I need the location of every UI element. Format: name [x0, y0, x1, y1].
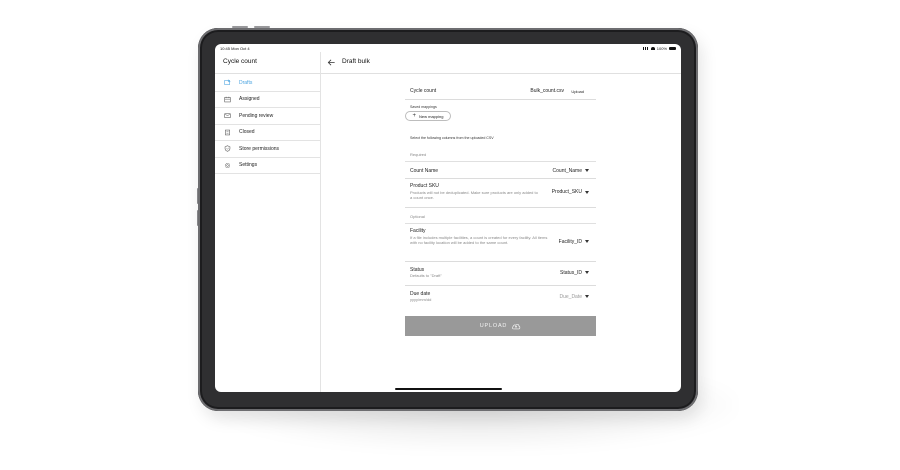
- sidebar: Cycle count Drafts Assigned Pending revi…: [215, 52, 321, 392]
- shield-icon: [215, 145, 239, 152]
- file-row: Cycle count Bulk_count.csv Upload: [405, 84, 596, 100]
- select-value: Due_Date: [559, 293, 582, 300]
- field-description: yyyy/mm/dd: [410, 296, 432, 302]
- main-panel: Draft bulk Cycle count Bulk_count.csv Up…: [321, 52, 681, 392]
- chevron-down-icon: [585, 190, 589, 194]
- home-indicator: [395, 388, 502, 390]
- assigned-icon: [215, 96, 239, 103]
- mail-icon: [215, 112, 239, 119]
- field-row-status: Status Defaults to "Draft" Status_ID: [405, 262, 596, 286]
- file-name: Bulk_count.csv: [530, 88, 564, 94]
- battery-icon: [669, 47, 676, 50]
- optional-section-header: Optional: [405, 210, 596, 224]
- chevron-down-icon: [585, 240, 589, 243]
- select-value: Product_SKU: [551, 189, 582, 195]
- battery-percent: 100%: [656, 46, 667, 51]
- field-label: Facility: [410, 228, 426, 234]
- due-date-select[interactable]: Due_Date: [559, 294, 589, 300]
- field-row-product-sku: Product SKU Products will not be dedupli…: [405, 179, 596, 208]
- sidebar-item-settings[interactable]: Settings: [215, 158, 320, 174]
- sidebar-item-label: Store permissions: [239, 145, 280, 152]
- page-title: Draft bulk: [342, 58, 370, 65]
- file-label: Cycle count: [410, 88, 437, 94]
- optional-label: Optional: [410, 214, 425, 219]
- sidebar-item-label: Assigned: [239, 96, 260, 103]
- closed-icon: [215, 129, 239, 136]
- field-description: Products will not be deduplicated. Make …: [410, 189, 538, 201]
- signal-icon: [642, 47, 649, 50]
- sidebar-title: Cycle count: [223, 58, 257, 65]
- wifi-icon: [650, 47, 655, 50]
- instruction-text: Select the following columns from the up…: [410, 136, 494, 140]
- back-arrow-icon[interactable]: [327, 58, 336, 67]
- sidebar-item-label: Closed: [239, 129, 255, 136]
- main-header: Draft bulk: [321, 52, 681, 74]
- facility-select[interactable]: Facility_ID: [559, 239, 589, 245]
- sidebar-item-closed[interactable]: Closed: [215, 125, 320, 141]
- divider: [215, 73, 320, 74]
- drafts-icon: [215, 79, 239, 86]
- status-select[interactable]: Status_ID: [560, 270, 589, 276]
- required-label: Required: [410, 152, 427, 157]
- field-row-count-name: Count Name Count_Name: [405, 162, 596, 179]
- status-time: 10:45 Mon Oct 4: [220, 46, 250, 51]
- cloud-upload-icon: [512, 323, 521, 329]
- status-bar: 10:45 Mon Oct 4 100%: [215, 44, 681, 52]
- sidebar-item-drafts[interactable]: Drafts: [215, 75, 320, 92]
- sidebar-item-label: Settings: [239, 162, 258, 169]
- upload-link[interactable]: Upload: [571, 89, 584, 94]
- sidebar-item-assigned[interactable]: Assigned: [215, 92, 320, 108]
- required-section-header: Required: [405, 148, 596, 162]
- sidebar-item-label: Drafts: [239, 79, 253, 86]
- field-description: If a file includes multiple facilities, …: [410, 234, 548, 246]
- chevron-down-icon: [585, 295, 589, 298]
- new-mapping-label: New mapping: [419, 113, 444, 119]
- plus-icon: +: [412, 113, 417, 119]
- field-description: Defaults to "Draft": [410, 272, 442, 278]
- chevron-down-icon: [585, 169, 589, 172]
- gear-icon: [215, 162, 239, 169]
- sidebar-item-pending-review[interactable]: Pending review: [215, 108, 320, 125]
- count-name-select[interactable]: Count_Name: [553, 168, 589, 174]
- select-value: Status_ID: [560, 269, 582, 276]
- field-row-due-date: Due date yyyy/mm/dd Due_Date: [405, 286, 596, 310]
- upload-button-label: UPLOAD: [479, 323, 508, 329]
- field-label: Product SKU: [410, 183, 439, 189]
- sidebar-item-label: Pending review: [239, 112, 274, 119]
- field-row-facility: Facility If a file includes multiple fac…: [405, 224, 596, 262]
- product-sku-select[interactable]: Product_SKU: [552, 189, 589, 195]
- select-value: Count_Name: [552, 167, 582, 174]
- chevron-down-icon: [585, 271, 589, 274]
- new-mapping-button[interactable]: + New mapping: [405, 111, 451, 121]
- field-label: Count Name: [410, 167, 439, 174]
- tablet-screen: 10:45 Mon Oct 4 100% Cycle count Drafts …: [215, 44, 681, 392]
- select-value: Facility_ID: [558, 238, 582, 245]
- sidebar-item-store-permissions[interactable]: Store permissions: [215, 141, 320, 158]
- upload-button[interactable]: UPLOAD: [405, 316, 596, 336]
- saved-mappings-label: Saved mappings: [410, 105, 437, 109]
